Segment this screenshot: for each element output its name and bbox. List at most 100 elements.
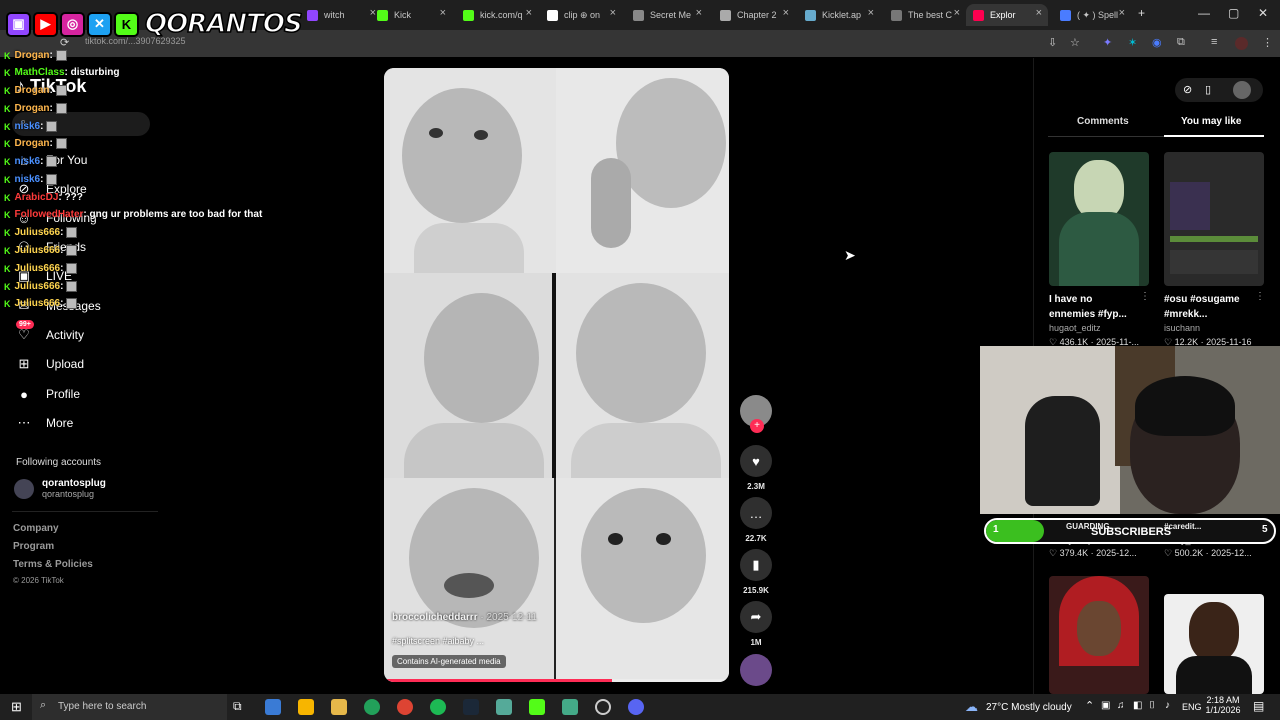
browser-tab[interactable]: kick.com/q ×	[456, 4, 538, 26]
tray-icon[interactable]: ▣	[1101, 700, 1110, 711]
video-thumbnail[interactable]	[1049, 152, 1149, 286]
chrome-icon[interactable]	[397, 699, 413, 715]
video-player[interactable]: broccolicheddarrr · 2025-12-11 #splitscr…	[384, 68, 729, 682]
close-tab-icon[interactable]: ×	[868, 7, 874, 19]
tab-you-may-like[interactable]: You may like	[1181, 116, 1241, 127]
sidebar-item-activity[interactable]: ♡ Activity 99+	[16, 320, 85, 343]
language-indicator[interactable]: ENG	[1182, 702, 1202, 712]
browser-tab[interactable]: Kick ×	[370, 4, 452, 26]
video-progress-track[interactable]	[384, 679, 729, 682]
taskbar-search[interactable]: ⌕ Type here to search	[32, 694, 227, 720]
weather-text[interactable]: 27°C Mostly cloudy	[986, 702, 1072, 713]
share-icon: ➦	[740, 601, 772, 633]
taskbar-app-icon[interactable]	[562, 699, 578, 715]
chat-username: Drogan	[14, 50, 50, 61]
steam-icon[interactable]	[463, 699, 479, 715]
save-button[interactable]: ▮ 215.9K	[740, 549, 772, 595]
comment-button[interactable]: … 22.7K	[740, 497, 772, 543]
extension-icon[interactable]: ✶	[1128, 36, 1137, 49]
minimize-button[interactable]: —	[1198, 6, 1210, 20]
tab-comments[interactable]: Comments	[1077, 116, 1129, 127]
like-button[interactable]: ♥ 2.3M	[740, 445, 772, 491]
close-tab-icon[interactable]: ×	[440, 7, 446, 19]
avatar[interactable]	[1233, 81, 1251, 99]
close-tab-icon[interactable]: ×	[783, 7, 789, 19]
taskbar-app-icon[interactable]	[529, 699, 545, 715]
browser-tab[interactable]: Chapter 2 ×	[713, 4, 795, 26]
menu-kebab-icon[interactable]: ⋮	[1262, 36, 1273, 49]
footer-link[interactable]: Terms & Policies	[13, 559, 93, 570]
creator-avatar[interactable]: +	[740, 395, 772, 433]
browser-tab[interactable]: Explor ×	[966, 4, 1048, 26]
compass-icon[interactable]: ⊘	[1183, 83, 1192, 96]
footer-link[interactable]: Program	[13, 541, 54, 552]
sidebar-item-profile[interactable]: ● Profile	[16, 386, 80, 402]
task-view-icon[interactable]: ⧉	[233, 699, 242, 714]
card-author[interactable]: isuchann	[1164, 323, 1200, 333]
microphone-icon[interactable]: ♫	[1117, 700, 1125, 711]
avatar[interactable]	[1235, 37, 1248, 50]
device-icon[interactable]: ▯	[1205, 83, 1211, 96]
card-title[interactable]: #osu #osugame #mrekk...	[1164, 292, 1254, 322]
extension-icon[interactable]: ◉	[1152, 36, 1162, 49]
video-thumbnail[interactable]	[1164, 152, 1264, 286]
volume-icon[interactable]: ♪	[1165, 700, 1170, 711]
obs-icon[interactable]	[595, 699, 611, 715]
network-icon[interactable]: ⌷	[1149, 700, 1155, 711]
extensions-puzzle-icon[interactable]: ⧉	[1177, 36, 1185, 49]
sidebar-item-more[interactable]: ⋯ More	[16, 415, 74, 431]
mouse-cursor-icon: ➤	[844, 247, 856, 263]
video-author[interactable]: broccolicheddarrr	[392, 612, 478, 623]
more-options-icon[interactable]: ⋮	[1140, 291, 1150, 302]
card-author[interactable]: hugaot_editz	[1049, 323, 1101, 333]
music-disc[interactable]	[740, 654, 772, 686]
more-icon: ⋯	[17, 415, 31, 430]
video-author-line[interactable]: broccolicheddarrr · 2025-12-11	[392, 612, 537, 623]
chrome-icon[interactable]	[364, 699, 380, 715]
clock[interactable]: 2:18 AM 1/1/2026	[1205, 695, 1241, 715]
sidebar-item-label: Activity	[46, 328, 85, 342]
sidebar-item-upload[interactable]: ⊞ Upload	[16, 356, 84, 372]
taskbar-app-icon[interactable]	[496, 699, 512, 715]
spotify-icon[interactable]	[430, 699, 446, 715]
copilot-icon[interactable]	[265, 699, 281, 715]
following-account-item[interactable]: qorantosplug qorantosplug	[14, 478, 106, 499]
close-window-button[interactable]: ✕	[1258, 6, 1268, 20]
close-tab-icon[interactable]: ×	[954, 7, 960, 19]
browser-tab[interactable]: ( ✦ ) Spell ×	[1053, 4, 1131, 26]
maximize-button[interactable]: ▢	[1228, 6, 1239, 20]
browser-tab[interactable]: The best C ×	[884, 4, 966, 26]
browser-tab[interactable]: Secret Me ×	[626, 4, 708, 26]
close-tab-icon[interactable]: ×	[696, 7, 702, 19]
video-caption[interactable]: #splitscreen #aibaby ...	[392, 636, 484, 646]
video-thumbnail[interactable]	[1164, 594, 1264, 694]
tray-icon[interactable]: ◧	[1133, 700, 1142, 711]
close-tab-icon[interactable]: ×	[526, 7, 532, 19]
discord-icon[interactable]	[628, 699, 644, 715]
browser-tab[interactable]: clip ⊕ on ×	[540, 4, 622, 26]
close-tab-icon[interactable]: ×	[1119, 7, 1125, 19]
reading-list-icon[interactable]: ≡	[1211, 36, 1217, 48]
card-title[interactable]: I have no ennemies #fyp...	[1049, 292, 1139, 322]
more-options-icon[interactable]: ⋮	[1255, 291, 1265, 302]
notification-icon[interactable]: ▤	[1253, 699, 1264, 713]
browser-tab[interactable]: Kicklet.ap ×	[798, 4, 880, 26]
kick-badge-icon: K	[4, 209, 11, 220]
like-count: 2.3M	[747, 482, 765, 491]
show-hidden-icons[interactable]: ⌃	[1085, 699, 1094, 712]
footer-link[interactable]: Company	[13, 523, 59, 534]
file-explorer-icon[interactable]	[331, 699, 347, 715]
windows-start-icon[interactable]: ⊞	[11, 699, 22, 715]
share-button[interactable]: ➦ 1M	[740, 601, 772, 647]
new-tab-button[interactable]: +	[1138, 6, 1145, 20]
install-icon[interactable]: ⇩	[1048, 36, 1057, 49]
extension-icon[interactable]: ✦	[1103, 36, 1112, 49]
taskbar-app-icon[interactable]	[298, 699, 314, 715]
close-tab-icon[interactable]: ×	[610, 7, 616, 19]
music-disc-icon	[740, 654, 772, 686]
bookmark-star-icon[interactable]: ☆	[1070, 36, 1080, 49]
clock-date: 1/1/2026	[1205, 705, 1241, 715]
video-thumbnail[interactable]	[1049, 576, 1149, 694]
follow-plus-icon[interactable]: +	[750, 419, 764, 433]
close-tab-icon[interactable]: ×	[1036, 7, 1042, 19]
